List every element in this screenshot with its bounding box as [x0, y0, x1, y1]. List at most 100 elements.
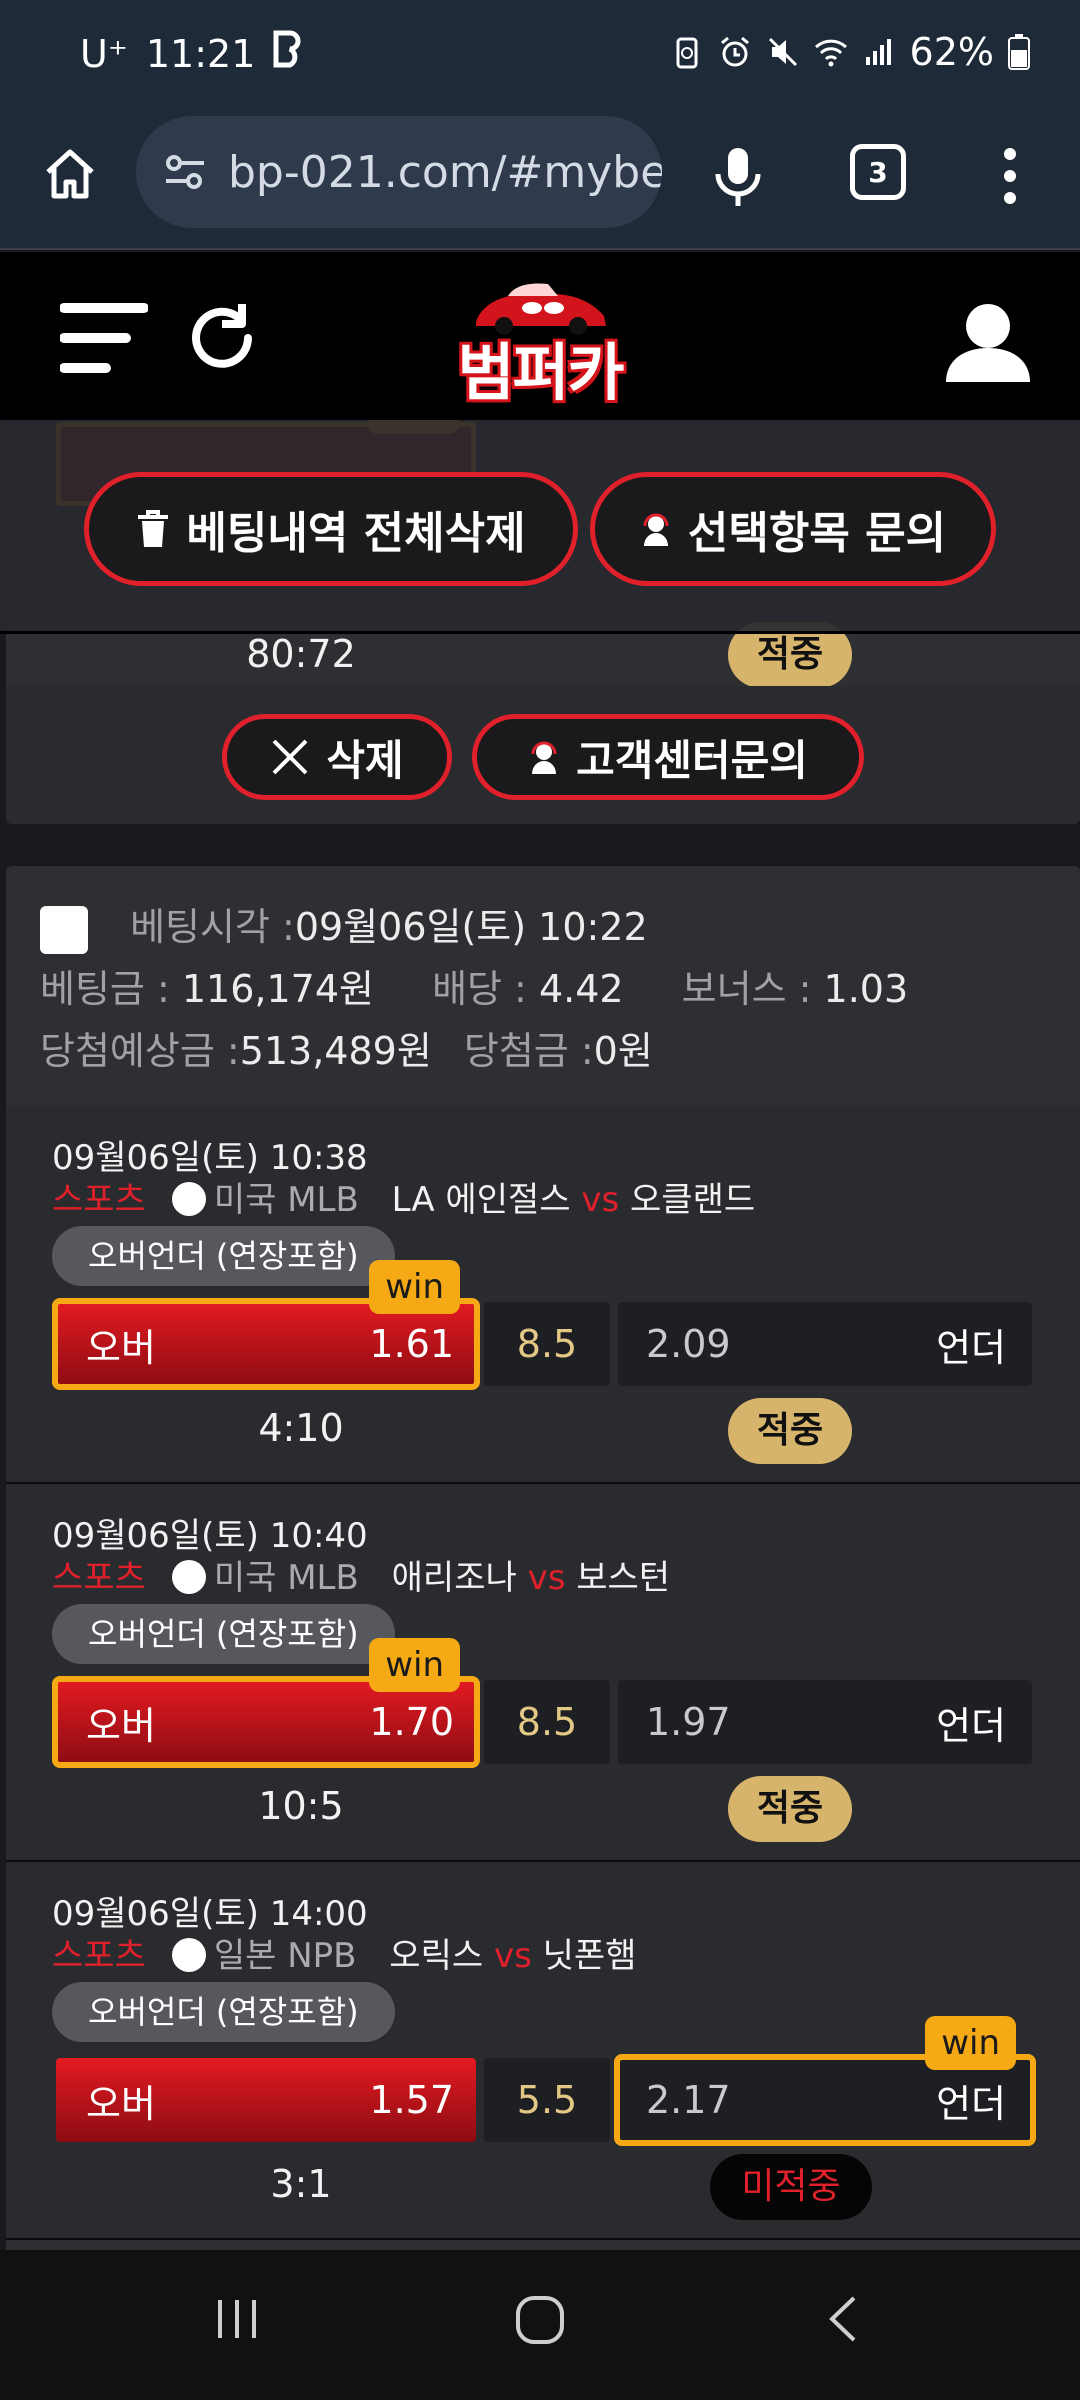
user-account-icon[interactable]: [944, 300, 1032, 384]
bet-row: 09월06일(토) 14:00 스포츠 일본 NPB 오릭스 vs 닛폰햄 오버언…: [6, 1862, 1080, 2240]
over-odds: 1.70: [369, 1700, 454, 1744]
final-score: 10:5: [258, 1784, 344, 1828]
bet-slip-card: 베팅시각 :09월06일(토) 10:22 베팅금 : 116,174원 배당 …: [6, 866, 1080, 2250]
over-label: 오버: [86, 1703, 156, 1748]
system-navigation-bar: [0, 2250, 1080, 2400]
odds-value: 4.42: [538, 967, 624, 1011]
result-badge: 적중: [728, 1776, 852, 1842]
select-checkbox[interactable]: [40, 905, 88, 954]
clock: 11:21: [145, 31, 256, 76]
win-badge: win: [369, 1638, 460, 1692]
line-value: 8.5: [484, 1302, 610, 1386]
match-info: 스포츠 일본 NPB 오릭스 vs 닛폰햄: [52, 1928, 636, 1977]
under-label: 언더: [936, 1325, 1006, 1370]
microphone-icon[interactable]: [710, 144, 766, 208]
browser-toolbar: bp-021.com/#mybet 3: [0, 108, 1080, 250]
result-badge: 적중: [728, 1398, 852, 1464]
more-menu-icon[interactable]: [1000, 146, 1020, 206]
match-info: 스포츠 미국 MLB 애리조나 vs 보스턴: [52, 1550, 670, 1599]
bet-row: 09월06일(토) 10:38 스포츠 미국 MLB LA 에인절스 vs 오클랜…: [6, 1106, 1080, 1484]
previous-score: 80:72: [246, 632, 356, 676]
bonus-label: 보너스 :: [681, 967, 812, 1011]
home-team: LA 에인절스: [391, 1180, 571, 1220]
baseball-icon: [171, 1938, 206, 1972]
odds-label: 배당 :: [432, 967, 527, 1011]
win-badge: win: [369, 1260, 460, 1314]
recycle-battery-icon: [676, 37, 698, 69]
bet-time-label: 베팅시각 :: [130, 905, 295, 949]
over-label: 오버: [86, 1325, 156, 1370]
status-bar: U⁺ 11:21 62%: [0, 0, 1080, 108]
away-team: 오클랜드: [630, 1180, 756, 1220]
delete-all-label: 베팅내역 전체삭제: [186, 508, 526, 559]
win-badge: win: [925, 2016, 1016, 2070]
customer-support-button[interactable]: 고객센터문의: [472, 714, 864, 800]
expected-win-label: 당첨예상금 :: [40, 1029, 240, 1073]
menu-icon[interactable]: [60, 300, 148, 376]
away-team: 닛폰햄: [542, 1936, 637, 1976]
wifi-icon: [814, 39, 847, 67]
vs-label: vs: [581, 1180, 620, 1220]
away-team: 보스턴: [576, 1558, 671, 1598]
line-value: 5.5: [484, 2058, 610, 2142]
sport-label: 스포츠: [52, 1180, 146, 1220]
battery-percent: 62%: [909, 30, 994, 74]
home-icon[interactable]: [40, 144, 100, 204]
baseball-icon: [171, 1560, 206, 1594]
site-settings-icon[interactable]: [162, 149, 208, 195]
inquire-selected-label: 선택항목 문의: [687, 508, 947, 559]
alarm-icon: [720, 36, 749, 67]
line-value: 8.5: [484, 1680, 610, 1764]
url-text: bp-021.com/#mybet: [228, 146, 662, 198]
refresh-icon[interactable]: [182, 298, 262, 378]
final-score: 4:10: [258, 1406, 344, 1450]
bet-row: 09월06일(토) 10:40 스포츠 미국 MLB 애리조나 vs 보스턴 오버…: [6, 1484, 1080, 1862]
over-odds: 1.61: [369, 1322, 454, 1366]
bet-slip-summary: 베팅시각 :09월06일(토) 10:22 베팅금 : 116,174원 배당 …: [6, 866, 1080, 1106]
address-bar[interactable]: bp-021.com/#mybet: [136, 116, 662, 228]
under-odds: 2.17: [646, 2078, 731, 2122]
vs-label: vs: [493, 1936, 532, 1976]
close-icon: [272, 739, 308, 775]
league-label: 미국 MLB: [213, 1558, 359, 1598]
sport-label: 스포츠: [52, 1936, 146, 1976]
over-option: 오버 1.70 win: [52, 1638, 480, 1768]
support-label: 고객센터문의: [576, 735, 808, 785]
expected-win-value: 513,489원: [239, 1029, 432, 1073]
market-tag: 오버언더 (연장포함): [52, 1982, 395, 2042]
site-logo[interactable]: 범퍼카: [445, 278, 635, 409]
inquire-selected-button[interactable]: 선택항목 문의: [590, 472, 996, 586]
market-tag: 오버언더 (연장포함): [52, 1604, 395, 1664]
vs-label: vs: [527, 1558, 566, 1598]
result-badge: 미적중: [710, 2154, 872, 2220]
league-label: 미국 MLB: [213, 1180, 359, 1220]
battery-icon: [1008, 34, 1030, 70]
delete-all-history-button[interactable]: 베팅내역 전체삭제: [84, 472, 578, 586]
under-odds: 2.09: [646, 1322, 731, 1366]
mute-icon: [768, 37, 797, 67]
previous-card-actions: 삭제 고객센터문의: [6, 686, 1080, 824]
stake-value: 116,174원: [181, 967, 374, 1011]
delete-label: 삭제: [326, 735, 404, 785]
home-team: 오릭스: [389, 1936, 484, 1976]
bet-actions-bar: 베팅내역 전체삭제 선택항목 문의: [0, 420, 1080, 634]
carrier-label: U⁺: [80, 31, 128, 76]
tab-switcher-button[interactable]: 3: [850, 144, 906, 200]
match-info: 스포츠 미국 MLB LA 에인절스 vs 오클랜드: [52, 1172, 755, 1221]
bonus-value: 1.03: [823, 967, 909, 1011]
delete-button[interactable]: 삭제: [222, 714, 452, 800]
stake-label: 베팅금 :: [40, 967, 170, 1011]
tab-count: 3: [868, 155, 888, 189]
over-odds: 1.57: [369, 2078, 454, 2122]
b-app-icon: [273, 30, 303, 77]
under-label: 언더: [936, 2081, 1006, 2126]
my-bets-content: win 80:72 적중 삭제 고객센터문의 베팅내역 전체삭제 선택항목 문의: [0, 420, 1080, 2250]
bet-time-value: 09월06일(토) 10:22: [294, 905, 648, 949]
league-label: 일본 NPB: [213, 1936, 357, 1976]
home-team: 애리조나: [391, 1558, 517, 1598]
over-option: 오버 1.57: [56, 2058, 476, 2142]
back-icon[interactable]: [822, 2294, 862, 2344]
trash-icon: [138, 510, 169, 547]
recent-apps-icon[interactable]: [212, 2294, 262, 2344]
home-nav-icon[interactable]: [514, 2294, 566, 2346]
